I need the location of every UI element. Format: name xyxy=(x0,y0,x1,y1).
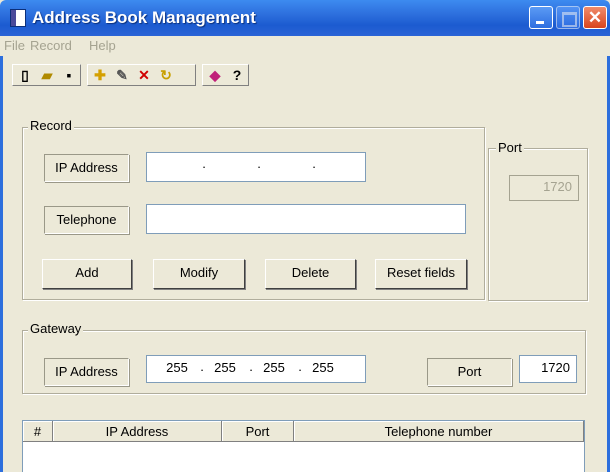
column-header-telephone[interactable]: Telephone number xyxy=(294,421,584,442)
record-ip-input[interactable]: . . . xyxy=(146,152,366,182)
delete-button[interactable]: Delete xyxy=(265,259,356,289)
menu-help[interactable]: Help xyxy=(89,38,116,53)
gateway-ip-octet-1: 255 xyxy=(166,360,188,375)
gateway-ip-input[interactable]: 255 . 255 . 255 . 255 xyxy=(146,355,366,383)
new-icon[interactable]: ▯ xyxy=(15,66,35,84)
record-ip-label: IP Address xyxy=(44,154,129,182)
maximize-icon xyxy=(562,12,577,27)
window-title: Address Book Management xyxy=(32,8,256,27)
gateway-ip-octet-2: 255 xyxy=(214,360,236,375)
toolbar-help-group: ◆ ? xyxy=(202,64,249,86)
add-button[interactable]: Add xyxy=(42,259,132,289)
app-icon xyxy=(10,9,26,27)
modify-button[interactable]: Modify xyxy=(153,259,245,289)
gateway-group-label: Gateway xyxy=(28,321,84,336)
book-icon[interactable]: ◆ xyxy=(205,66,225,84)
record-port-group-label: Port xyxy=(496,140,524,155)
address-list[interactable]: # IP Address Port Telephone number xyxy=(22,420,585,472)
reset-icon[interactable]: ↻ xyxy=(156,66,176,84)
add-record-icon[interactable]: ✚ xyxy=(90,66,110,84)
gateway-ip-octet-4: 255 xyxy=(312,360,334,375)
column-header-number[interactable]: # xyxy=(23,421,53,442)
minimize-button[interactable] xyxy=(529,6,553,29)
record-telephone-label: Telephone xyxy=(44,206,129,234)
telephone-input[interactable] xyxy=(146,204,466,234)
reset-fields-button[interactable]: Reset fields xyxy=(375,259,467,289)
menu-file[interactable]: File xyxy=(4,38,25,53)
menu-record[interactable]: Record xyxy=(30,38,72,53)
edit-icon[interactable]: ✎ xyxy=(112,66,132,84)
gateway-ip-octet-3: 255 xyxy=(263,360,285,375)
close-icon: ✕ xyxy=(587,8,603,27)
gateway-ip-label: IP Address xyxy=(44,358,129,386)
column-header-ip-address[interactable]: IP Address xyxy=(53,421,222,442)
record-port-group xyxy=(488,148,588,301)
toolbar-edit-group: ✚ ✎ ✕ ↻ xyxy=(87,64,196,86)
save-icon[interactable]: ▪ xyxy=(59,66,79,84)
column-header-port[interactable]: Port xyxy=(222,421,294,442)
help-icon[interactable]: ? xyxy=(227,66,247,84)
maximize-button[interactable] xyxy=(556,6,580,29)
delete-icon[interactable]: ✕ xyxy=(134,66,154,84)
record-port-input: 1720 xyxy=(509,175,579,201)
record-group-label: Record xyxy=(28,118,74,133)
close-button[interactable]: ✕ xyxy=(583,6,607,29)
minimize-icon xyxy=(536,21,544,24)
open-icon[interactable]: ▰ xyxy=(37,66,57,84)
gateway-port-input[interactable]: 1720 xyxy=(519,355,577,383)
toolbar-file-group: ▯ ▰ ▪ xyxy=(12,64,81,86)
gateway-port-label: Port xyxy=(427,358,512,386)
